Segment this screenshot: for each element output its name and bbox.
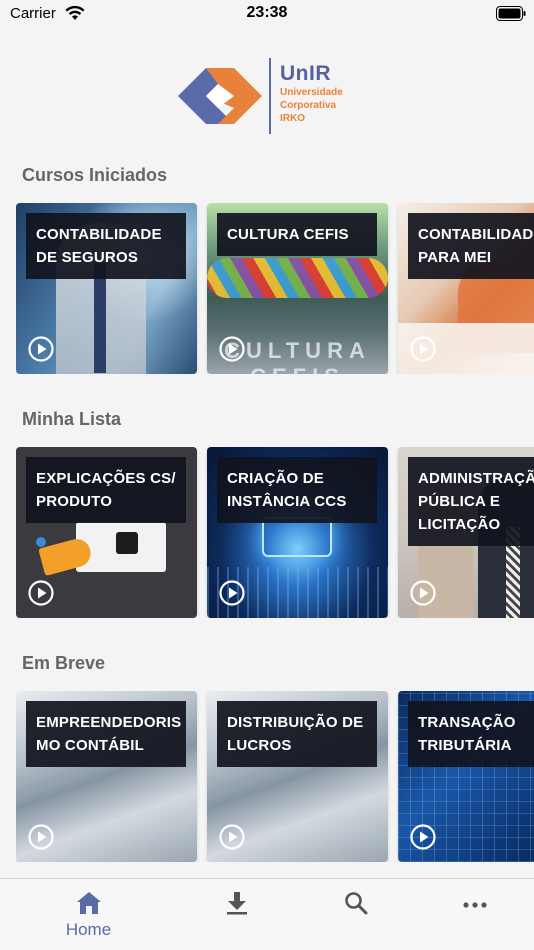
course-row-minha-lista[interactable]: EXPLICAÇÕES CS/ PRODUTO CRIAÇÃO DE INSTÂ… [16, 447, 534, 618]
course-title: CRIAÇÃO DE INSTÂNCIA CCS [217, 457, 377, 523]
course-row-em-breve[interactable]: EMPREENDEDORIS MO CONTÁBIL DISTRIBUIÇÃO … [16, 691, 534, 862]
logo-title: UnIR [280, 62, 331, 85]
clock: 23:38 [246, 4, 288, 21]
logo-subtitle-line: Universidade [280, 87, 343, 98]
play-circle-icon[interactable] [410, 580, 436, 606]
download-icon [226, 892, 247, 915]
course-card[interactable]: CONTABILIDADE PARA MEI [398, 203, 534, 374]
section-title-cursos-iniciados: Cursos Iniciados [22, 165, 168, 185]
logo-divider [269, 58, 271, 134]
play-circle-icon[interactable] [219, 824, 245, 850]
status-bar: Carrier 23:38 [0, 0, 534, 30]
tab-home-label: Home [65, 920, 112, 939]
course-title: EMPREENDEDORIS MO CONTÁBIL [26, 701, 186, 767]
course-title: CONTABILIDADE PARA MEI [408, 213, 534, 279]
tab-bar: Home [0, 878, 534, 950]
logo-subtitle: Universidade Corporativa IRKO [280, 86, 370, 125]
course-card[interactable]: EMPREENDEDORIS MO CONTÁBIL [16, 691, 197, 862]
course-card[interactable]: CONTABILIDADE DE SEGUROS [16, 203, 197, 374]
more-icon [462, 902, 487, 908]
course-card[interactable]: DISTRIBUIÇÃO DE LUCROS [207, 691, 388, 862]
tab-downloads[interactable] [170, 879, 303, 950]
section-title-minha-lista: Minha Lista [22, 409, 122, 429]
tab-home[interactable]: Home [22, 879, 155, 950]
unir-logo: UnIR Universidade Corporativa IRKO [178, 56, 358, 136]
course-row-cursos-iniciados[interactable]: CONTABILIDADE DE SEGUROS CULTURA CEFIS C… [16, 203, 534, 374]
course-card[interactable]: EXPLICAÇÕES CS/ PRODUTO [16, 447, 197, 618]
course-title: CONTABILIDADE DE SEGUROS [26, 213, 186, 279]
logo-subtitle-line: Corporativa [280, 100, 337, 111]
tab-search[interactable] [289, 879, 422, 950]
play-circle-icon[interactable] [219, 336, 245, 362]
play-circle-icon[interactable] [219, 580, 245, 606]
course-title: TRANSAÇÃO TRIBUTÁRIA [408, 701, 534, 767]
play-circle-icon[interactable] [28, 336, 54, 362]
section-title-em-breve: Em Breve [22, 653, 106, 673]
tab-more[interactable] [408, 879, 534, 950]
logo-subtitle-line: IRKO [280, 113, 305, 124]
course-card[interactable]: CULTURA CEFIS CULTURA CEFIS [207, 203, 388, 374]
course-card[interactable]: ADMINISTRAÇÃO PÚBLICA E LICITAÇÃO [398, 447, 534, 618]
course-card[interactable]: CRIAÇÃO DE INSTÂNCIA CCS [207, 447, 388, 618]
course-title: ADMINISTRAÇÃO PÚBLICA E LICITAÇÃO [408, 457, 534, 546]
course-card[interactable]: TRANSAÇÃO TRIBUTÁRIA [398, 691, 534, 862]
play-circle-icon[interactable] [28, 580, 54, 606]
course-title: CULTURA CEFIS [217, 213, 377, 256]
battery-icon [496, 6, 526, 21]
play-circle-icon[interactable] [28, 824, 54, 850]
course-title: EXPLICAÇÕES CS/ PRODUTO [26, 457, 186, 523]
house-icon [76, 892, 101, 914]
play-circle-icon[interactable] [410, 336, 436, 362]
search-icon [344, 892, 367, 915]
play-circle-icon[interactable] [410, 824, 436, 850]
logo-mark-icon [178, 68, 262, 124]
course-title: DISTRIBUIÇÃO DE LUCROS [217, 701, 377, 767]
